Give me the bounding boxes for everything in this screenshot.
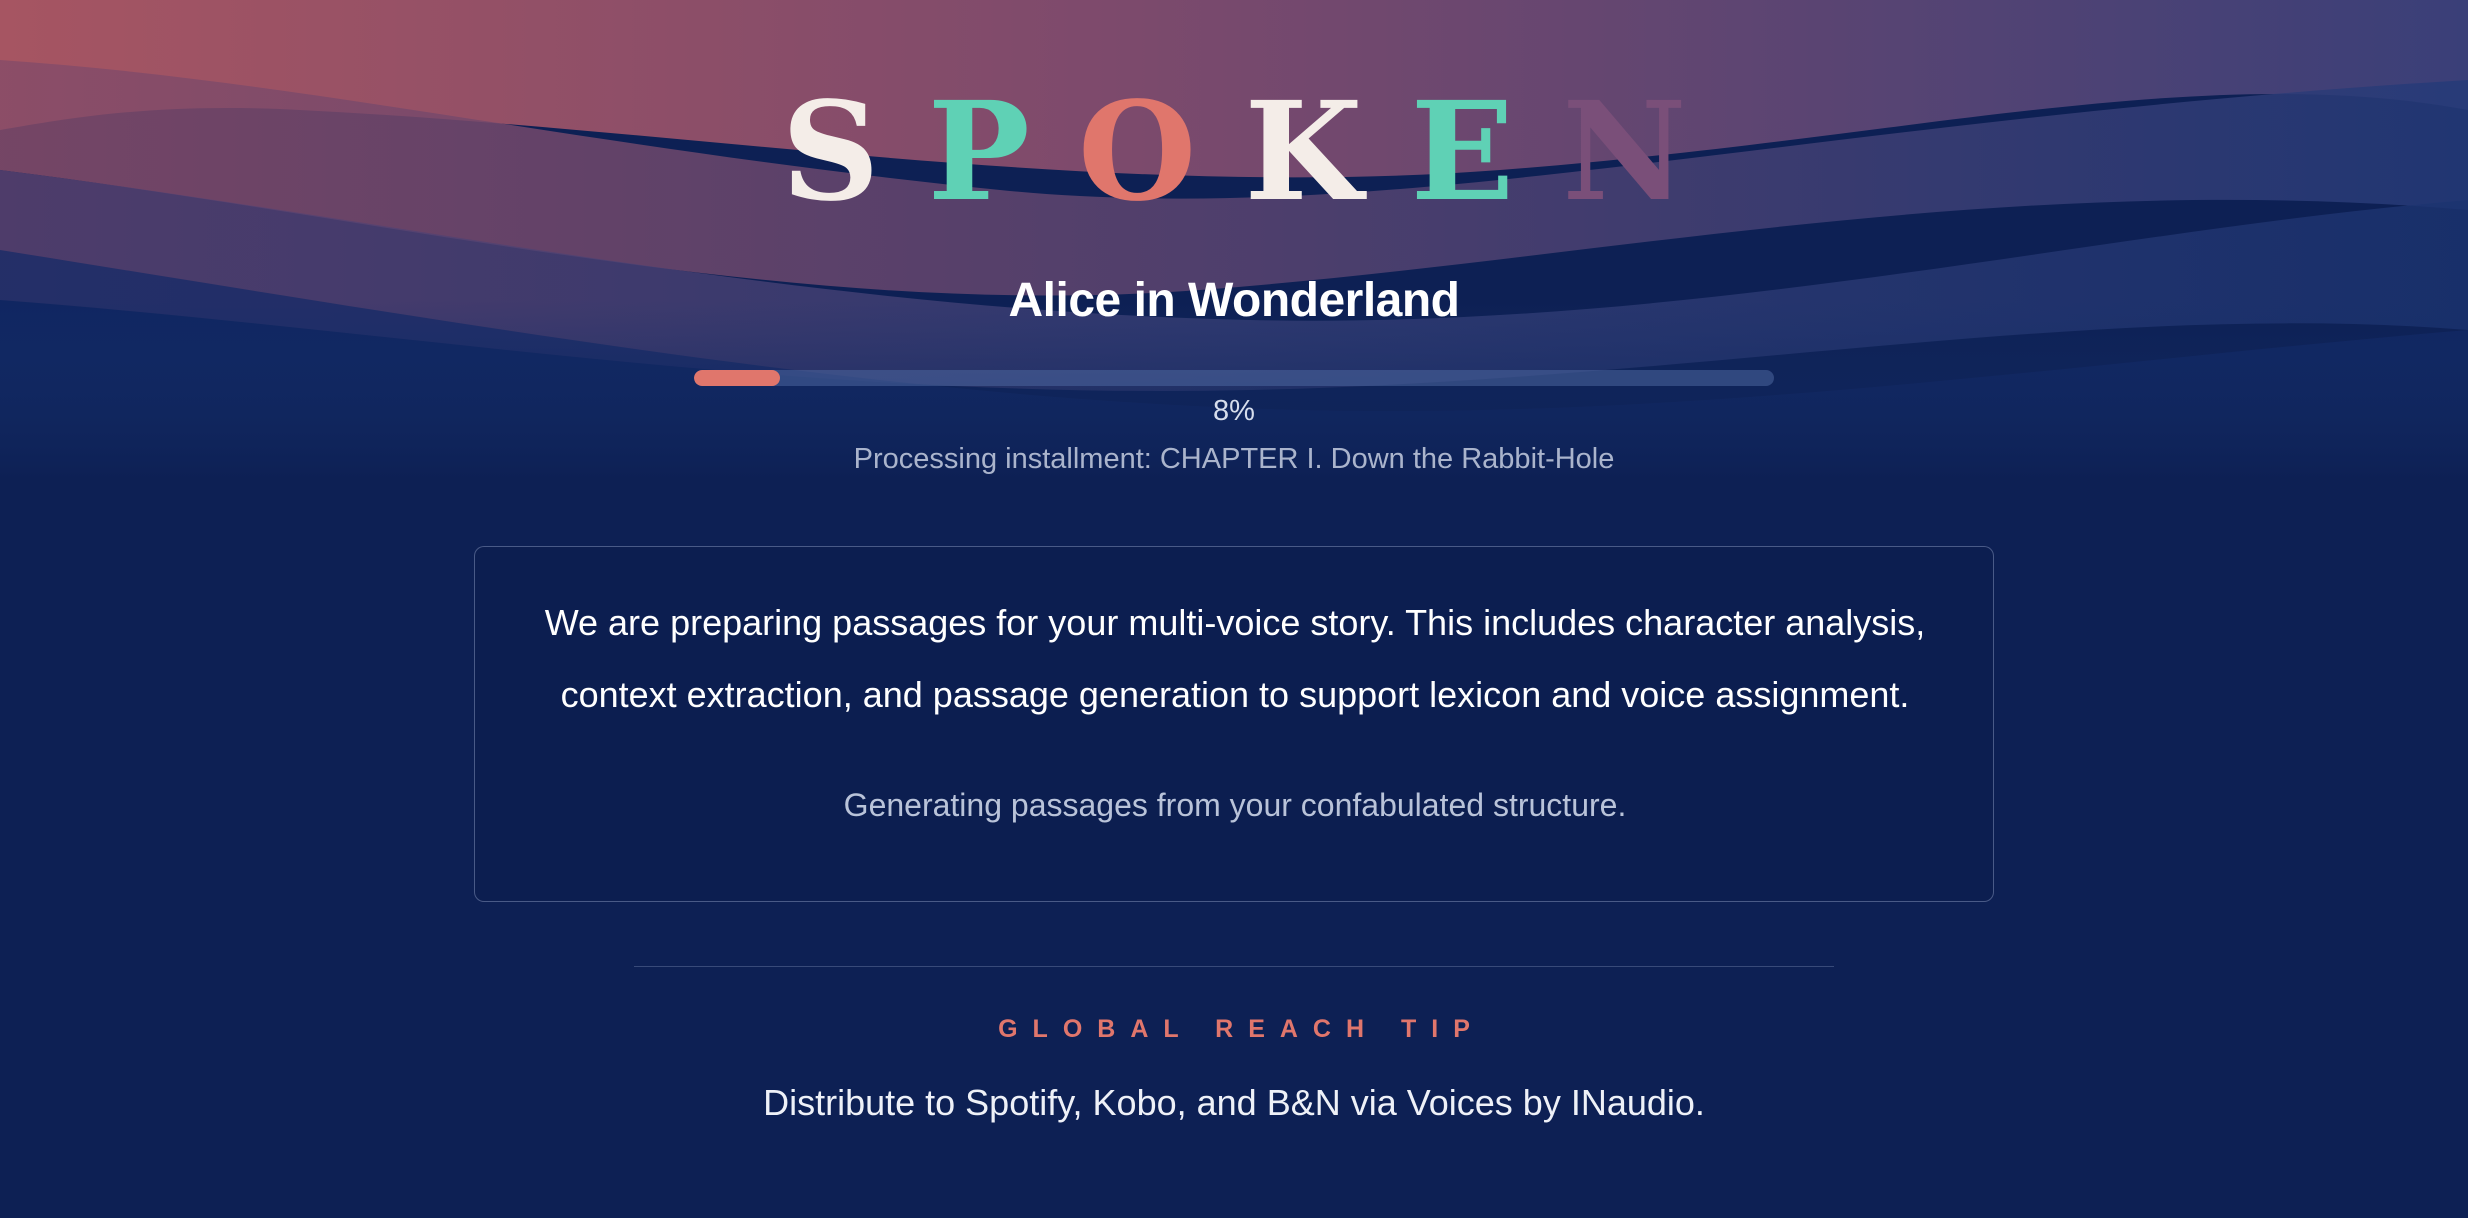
book-title: Alice in Wonderland — [1008, 274, 1461, 327]
info-card-status: Generating passages from your confabulat… — [843, 787, 1627, 823]
tip-label: GLOBAL REACH TIP — [998, 1015, 1485, 1043]
logo-letter: E — [1410, 72, 1563, 232]
divider — [634, 966, 1834, 967]
progress-bar-fill — [694, 370, 781, 386]
logo-letter: P — [927, 72, 1078, 232]
logo-letter: K — [1244, 72, 1411, 232]
progress-bar — [694, 370, 1774, 386]
info-card-description: We are preparing passages for your multi… — [544, 602, 1926, 715]
tip-text: Distribute to Spotify, Kobo, and B&N via… — [763, 1082, 1705, 1123]
app-logo: SPOKEN — [0, 72, 2468, 232]
progress-percent: 8% — [1213, 395, 1255, 427]
logo-letter: O — [1077, 72, 1245, 232]
progress-status: Processing installment: CHAPTER I. Down … — [853, 443, 1615, 475]
logo-letter: N — [1562, 72, 1735, 232]
loading-screen: SPOKEN Alice in Wonderland 8% Processing… — [0, 0, 2468, 1218]
logo-letter: S — [781, 72, 928, 232]
info-card: We are preparing passages for your multi… — [474, 546, 1994, 902]
